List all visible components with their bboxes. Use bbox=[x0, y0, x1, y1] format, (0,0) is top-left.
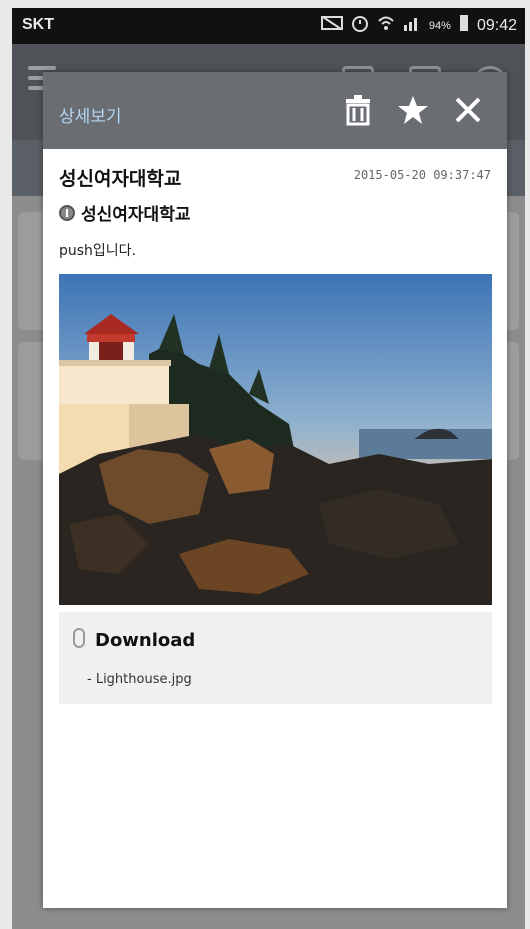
signal-icon bbox=[403, 15, 421, 36]
dialog-header: 상세보기 bbox=[43, 72, 507, 149]
wifi-icon bbox=[377, 14, 395, 37]
sender-row: 성신여자대학교 bbox=[59, 200, 190, 225]
delete-button[interactable] bbox=[338, 90, 378, 130]
background-bottom bbox=[12, 908, 525, 929]
attachment-file-name[interactable]: - Lighthouse.jpg bbox=[87, 672, 192, 687]
status-icons: 94% 09:42 bbox=[320, 14, 517, 37]
attachment-box: Download - Lighthouse.jpg bbox=[59, 612, 492, 704]
device-frame: SKT 94% 09:42 상세보기 성신여자대학교 2015-05-20 09… bbox=[0, 0, 530, 929]
message-image[interactable] bbox=[59, 274, 492, 605]
paperclip-icon bbox=[73, 628, 85, 648]
favorite-button[interactable] bbox=[393, 90, 433, 130]
dialog-title: 상세보기 bbox=[59, 107, 122, 127]
info-icon bbox=[59, 204, 75, 221]
mute-icon bbox=[320, 15, 343, 36]
sender-name: 성신여자대학교 bbox=[81, 205, 191, 225]
screen: SKT 94% 09:42 상세보기 성신여자대학교 2015-05-20 09… bbox=[12, 8, 525, 929]
close-icon bbox=[455, 97, 481, 123]
alarm-icon bbox=[351, 14, 369, 37]
star-icon bbox=[398, 96, 428, 124]
battery-percent: 94% bbox=[428, 19, 451, 32]
status-bar: SKT 94% 09:42 bbox=[12, 8, 525, 44]
trash-icon bbox=[346, 95, 370, 126]
message-body: push입니다. bbox=[59, 243, 137, 259]
carrier-label: SKT bbox=[22, 16, 54, 33]
download-link[interactable]: Download bbox=[95, 630, 195, 651]
message-title: 성신여자대학교 bbox=[59, 168, 182, 190]
battery-icon bbox=[459, 14, 469, 37]
clock: 09:42 bbox=[476, 16, 517, 34]
message-date: 2015-05-20 09:37:47 bbox=[353, 168, 491, 182]
detail-dialog: 상세보기 성신여자대학교 2015-05-20 09:37:47 성신여자대학교… bbox=[43, 72, 507, 908]
close-button[interactable] bbox=[448, 90, 488, 130]
